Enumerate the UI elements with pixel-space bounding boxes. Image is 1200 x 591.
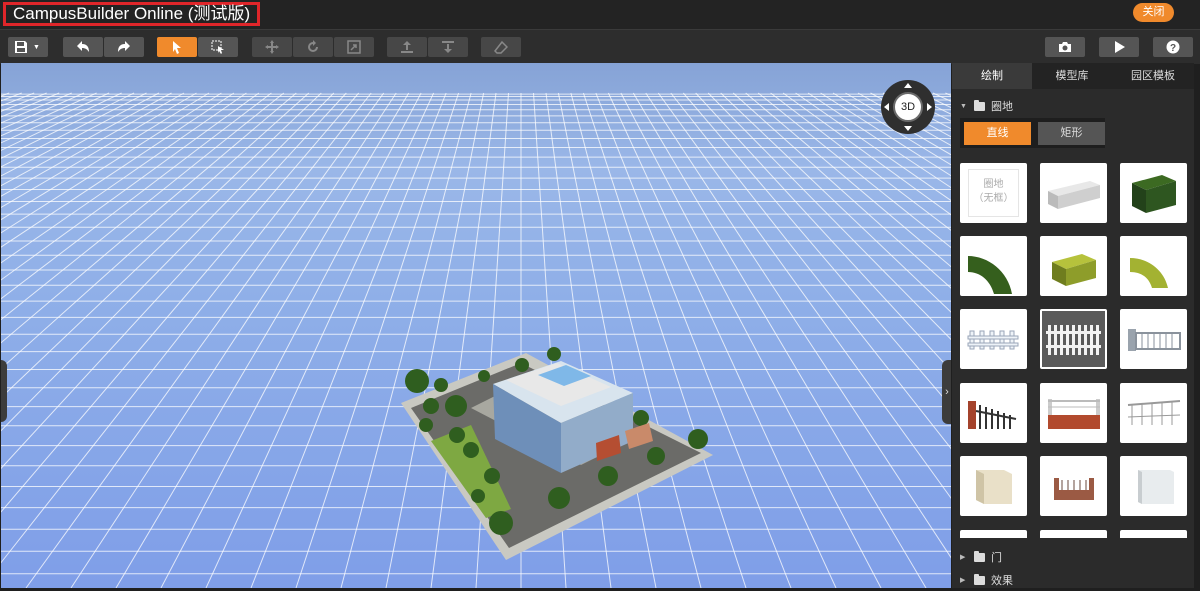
scale-icon [347,40,361,54]
select-tool-button[interactable] [157,37,197,57]
tile-stucco-wall[interactable] [960,456,1027,516]
move-icon [265,40,279,54]
caret-right-icon: ▶ [960,577,966,584]
tile-borderless-enclosure[interactable]: 圈地 （无框） [960,163,1027,223]
draw-mode-bar: 直线 矩形 [960,118,1105,148]
play-button[interactable] [1099,37,1139,57]
svg-text:?: ? [1170,43,1176,54]
help-button[interactable]: ? [1153,37,1193,57]
camera-icon [1059,42,1071,52]
arrow-up-icon[interactable] [904,83,912,88]
folder-icon [974,550,985,562]
picket-fence-icon [1046,325,1101,355]
bright-hedge-icon [1052,254,1096,286]
eraser-button[interactable] [481,37,521,57]
metal-gate-icon [1128,329,1181,351]
tile-metal-gate[interactable] [1120,309,1187,369]
tile-bright-hedge-curve[interactable] [1120,236,1187,296]
concrete-block-icon [1048,181,1100,209]
section-label: 门 [991,552,1002,564]
tile-partial[interactable] [1040,530,1107,538]
stucco-wall-icon [976,470,1012,504]
chevron-down-icon: ▼ [33,43,40,51]
tile-brick-rail-wall[interactable] [1040,383,1107,443]
box-select-button[interactable] [198,37,238,57]
tile-partial[interactable] [1120,530,1187,538]
brick-rail-wall-icon [1048,399,1100,429]
play-icon [1115,41,1125,53]
caret-down-icon: ▼ [960,102,967,110]
tab-model-library[interactable]: 模型库 [1032,63,1112,89]
tile-borderless-label: 圈地 （无框） [973,179,1014,204]
tile-hedge-block[interactable] [1120,163,1187,223]
section-door[interactable]: ▶ 门 [960,549,1002,565]
help-icon: ? [1166,40,1180,54]
lower-icon [442,41,454,53]
chevron-right-icon: › [945,386,949,398]
box-select-icon [211,40,224,54]
tile-partial[interactable] [960,530,1027,538]
3d-viewport[interactable]: 3D › [1,63,951,588]
arrow-left-icon[interactable] [884,103,889,111]
arrow-down-icon[interactable] [904,126,912,131]
hedge-block-icon [1132,175,1176,213]
section-effect[interactable]: ▶ 效果 [960,572,1013,588]
view-mode-label[interactable]: 3D [893,92,923,122]
campus-model [401,347,713,560]
bright-hedge-curve-icon [1130,258,1168,288]
tile-railing[interactable] [1120,383,1187,443]
tile-white-picket-fence[interactable] [1040,309,1107,369]
side-panel: 绘制 模型库 园区模板 ▼ 圈地 直线 矩形 圈地 （无框） ▶ 门 ▶ 效果 [952,63,1194,588]
redo-button[interactable] [104,37,144,57]
tile-brick-fence[interactable] [1040,456,1107,516]
lower-button[interactable] [428,37,468,57]
section-enclosure[interactable]: ▼ 圈地 [960,98,1013,114]
railing-icon [1127,400,1181,425]
tile-concrete-block[interactable] [1040,163,1107,223]
screenshot-button[interactable] [1045,37,1085,57]
section-label: 效果 [991,575,1013,587]
white-fence-icon [967,330,1019,350]
save-icon [15,41,27,53]
rotate-icon [308,40,318,52]
tile-bright-hedge-block[interactable] [1040,236,1107,296]
caret-right-icon: ▶ [960,554,966,561]
eraser-icon [494,40,508,54]
mode-line-button[interactable]: 直线 [964,122,1031,145]
rotate-tool-button[interactable] [293,37,333,57]
panel-collapse-handle[interactable]: › [942,360,951,424]
arrow-right-icon[interactable] [927,103,932,111]
tile-iron-fence-brick[interactable] [960,383,1027,443]
redo-icon [118,41,130,52]
iron-fence-icon [968,401,1017,429]
section-label: 圈地 [991,101,1013,113]
raise-button[interactable] [387,37,427,57]
pointer-icon [173,41,181,54]
undo-icon [77,41,89,52]
left-panel-handle[interactable] [1,360,7,422]
brick-fence-icon [1054,478,1094,500]
mode-rect-button[interactable]: 矩形 [1038,122,1105,145]
plain-wall-icon [1138,470,1174,504]
hedge-curve-icon [968,256,1012,294]
tile-hedge-curve[interactable] [960,236,1027,296]
ground-grid [1,92,951,588]
view-navigator[interactable]: 3D [881,80,935,134]
scale-tool-button[interactable] [334,37,374,57]
undo-button[interactable] [63,37,103,57]
toolbar: ▼ ? [0,29,1200,64]
save-button[interactable]: ▼ [8,37,48,57]
app-title: CampusBuilder Online (测试版) [3,2,260,26]
tab-draw[interactable]: 绘制 [952,63,1032,89]
folder-icon [974,573,985,585]
move-tool-button[interactable] [252,37,292,57]
panel-tabs: 绘制 模型库 园区模板 [952,63,1194,89]
close-button[interactable]: 关闭 [1133,3,1174,22]
tab-campus-template[interactable]: 园区模板 [1112,63,1194,89]
folder-icon [974,99,985,111]
tile-white-fence[interactable] [960,309,1027,369]
title-bar: CampusBuilder Online (测试版) 关闭 [0,0,1200,29]
tile-plain-wall[interactable] [1120,456,1187,516]
raise-icon [401,41,413,53]
